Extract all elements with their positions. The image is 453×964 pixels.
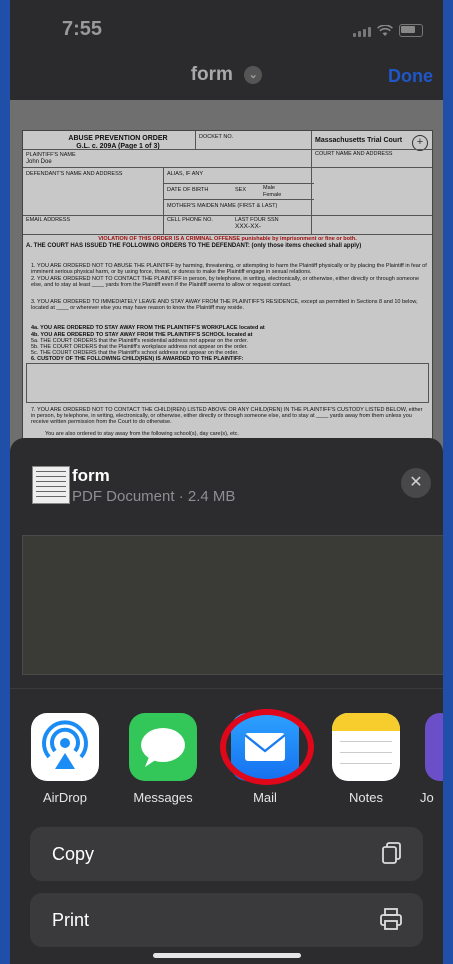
ssn-value: XXX-XX- (235, 223, 262, 230)
status-time: 7:55 (62, 18, 103, 40)
plaintiff-value: John Doe (26, 159, 52, 165)
order-item-6: 6. CUSTODY OF THE FOLLOWING CHILD(REN) I… (31, 356, 244, 362)
document-title[interactable]: form ⌄ (10, 64, 443, 86)
home-indicator[interactable] (153, 953, 301, 958)
order-item-1: 1. YOU ARE ORDERED NOT TO ABUSE THE PLAI… (31, 263, 427, 275)
share-app-partial[interactable]: Jo (420, 713, 443, 805)
share-app-label: Messages (133, 790, 193, 805)
defendant-label: DEFENDANT'S NAME AND ADDRESS (26, 171, 123, 177)
order-item-2: 2. YOU ARE ORDERED NOT TO CONTACT THE PL… (31, 276, 420, 288)
male-checkbox: Male (263, 185, 275, 191)
cell-label: CELL PHONE NO. (167, 217, 213, 223)
wifi-icon (377, 25, 393, 36)
share-app-label: Mail (253, 790, 277, 805)
maiden-label: MOTHER'S MAIDEN NAME (FIRST & LAST) (167, 203, 278, 209)
order-item-7: 7. YOU ARE ORDERED NOT TO CONTACT THE CH… (31, 407, 423, 425)
copy-icon (381, 841, 403, 871)
order-item-7b: You are also ordered to stay away from t… (45, 431, 239, 437)
done-button[interactable]: Done (388, 66, 433, 87)
app-icon (425, 713, 443, 781)
status-icons (353, 24, 423, 37)
close-button[interactable]: ✕ (401, 468, 431, 498)
highlight-circle (220, 709, 314, 785)
copy-label: Copy (52, 844, 95, 864)
copy-action[interactable]: Copy (30, 827, 423, 881)
messages-icon (129, 713, 197, 781)
notes-icon (332, 713, 400, 781)
female-checkbox: Female (263, 192, 282, 198)
print-action[interactable]: Print (30, 893, 423, 947)
share-app-label: Jo (420, 790, 434, 805)
status-bar: 7:55 (10, 0, 443, 50)
document-title-label: form (190, 64, 233, 85)
share-app-label: AirDrop (42, 790, 88, 805)
close-icon: ✕ (409, 474, 423, 491)
order-item-3: 3. YOU ARE ORDERED TO IMMEDIATELY LEAVE … (31, 299, 418, 311)
share-app-notes[interactable]: Notes (331, 713, 401, 805)
section-a-heading: A. THE COURT HAS ISSUED THE FOLLOWING OR… (26, 243, 362, 249)
share-app-label: Notes (349, 790, 383, 805)
order-item-4a: 4a. YOU ARE ORDERED TO STAY AWAY FROM TH… (31, 325, 265, 331)
share-sheet: form PDF Document · 2.4 MB ✕ AirDrop Mes… (10, 438, 443, 964)
airdrop-icon (31, 713, 99, 781)
court-title: Massachusetts Trial Court (315, 137, 403, 144)
sex-label: SEX (235, 187, 247, 193)
share-apps-row: AirDrop Messages Mail Notes Jo (10, 709, 443, 833)
chevron-down-icon[interactable]: ⌄ (244, 65, 263, 84)
violation-banner: VIOLATION OF THIS ORDER IS A CRIMINAL OF… (98, 236, 357, 242)
battery-icon (399, 24, 423, 37)
share-screen: 7:55 form ⌄ Done ABUSE PREVENTION ORDER … (10, 0, 443, 964)
document-viewer[interactable]: ABUSE PREVENTION ORDER G.L. c. 209A (Pag… (10, 100, 443, 492)
file-meta: PDF Document · 2.4 MB (72, 488, 236, 505)
divider (10, 688, 443, 689)
share-app-messages[interactable]: Messages (128, 713, 198, 805)
court-name-label: COURT NAME AND ADDRESS (315, 151, 393, 157)
share-app-airdrop[interactable]: AirDrop (30, 713, 100, 805)
signal-icon (353, 27, 371, 37)
contacts-suggestions-area (22, 535, 443, 675)
file-name: form (72, 466, 110, 485)
children-table (26, 363, 429, 403)
file-thumbnail (32, 466, 70, 504)
dob-label: DATE OF BIRTH (167, 187, 209, 193)
print-icon (379, 907, 403, 937)
alias-label: ALIAS, IF ANY (167, 171, 204, 177)
print-label: Print (52, 910, 90, 930)
share-app-mail[interactable]: Mail (220, 709, 314, 805)
docket-label: DOCKET NO. (199, 134, 234, 140)
email-label: EMAIL ADDRESS (26, 217, 71, 223)
plaintiff-label: PLAINTIFF'S NAME (26, 152, 76, 158)
